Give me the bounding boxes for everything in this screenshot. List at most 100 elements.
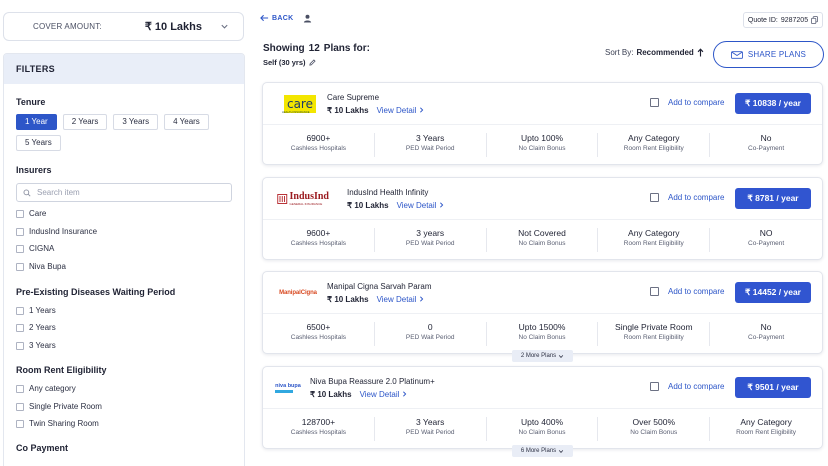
showing-prefix: Showing — [263, 43, 305, 54]
tenure-options-row2: 5 Years — [16, 135, 61, 151]
stat-ncb: Upto 100% No Claim Bonus — [487, 133, 599, 157]
ped-label: 2 Years — [29, 323, 56, 332]
tenure-option-1-year[interactable]: 1 Year — [16, 114, 57, 130]
plan-cover: ₹ 10 Lakhs — [327, 295, 369, 304]
price-button[interactable]: ₹ 9501 / year — [735, 377, 811, 398]
showing-suffix: Plans for: — [323, 43, 370, 54]
cover-amount-select[interactable]: COVER AMOUNT: ₹ 10 Lakhs — [3, 12, 244, 41]
sort-label: Sort By: — [605, 48, 634, 57]
compare-label: Add to compare — [668, 382, 725, 391]
room-label: Twin Sharing Room — [29, 419, 99, 428]
more-plans-toggle[interactable]: 2 More Plans — [512, 350, 573, 362]
compare-label: Add to compare — [668, 287, 725, 296]
copy-icon[interactable] — [811, 16, 819, 24]
price-button[interactable]: ₹ 8781 / year — [735, 188, 811, 209]
insurer-niva-bupa[interactable]: Niva Bupa — [16, 262, 66, 271]
ped-1-year[interactable]: 1 Years — [16, 306, 56, 315]
plan-card: niva bupa Niva Bupa Reassure 2.0 Platinu… — [262, 366, 823, 457]
price-button[interactable]: ₹ 14452 / year — [735, 282, 811, 303]
arrow-left-icon — [260, 14, 269, 22]
add-to-compare[interactable]: Add to compare — [650, 287, 724, 296]
insurer-label: Niva Bupa — [29, 262, 66, 271]
plan-stats: 6500+ Cashless Hospitals 0 PED Wait Period… — [263, 322, 822, 346]
insurer-search-input[interactable] — [37, 188, 217, 197]
self-label: Self (30 yrs) — [263, 58, 306, 67]
checkbox[interactable] — [16, 227, 24, 236]
stat-ped: 0 PED Wait Period — [375, 322, 487, 346]
care-logo-subtext: HEALTH INSURANCE — [282, 111, 310, 114]
room-twin-sharing[interactable]: Twin Sharing Room — [16, 419, 99, 428]
tenure-option-3-years[interactable]: 3 Years — [113, 114, 159, 130]
view-detail-link[interactable]: View Detail — [377, 295, 424, 304]
sort-by[interactable]: Sort By: Recommended — [605, 48, 704, 57]
room-label: Any category — [29, 384, 76, 393]
insurer-cigna[interactable]: CIGNA — [16, 244, 54, 253]
stat-ncb: Upto 1500% No Claim Bonus — [487, 322, 599, 346]
quote-id-chip[interactable]: Quote ID: 9287205 — [743, 12, 823, 28]
compare-checkbox[interactable] — [650, 98, 659, 107]
checkbox[interactable] — [16, 323, 24, 332]
tenure-option-4-years[interactable]: 4 Years — [164, 114, 209, 130]
view-detail-link[interactable]: View Detail — [397, 201, 444, 210]
plan-count: 12 — [308, 43, 320, 54]
card-divider — [263, 124, 822, 125]
plan-cover: ₹ 10 Lakhs — [347, 201, 389, 210]
share-icon — [730, 50, 743, 59]
checkbox[interactable] — [16, 419, 24, 428]
checkbox[interactable] — [16, 402, 24, 411]
checkbox[interactable] — [16, 306, 24, 315]
checkbox[interactable] — [16, 244, 24, 253]
room-single-private[interactable]: Single Private Room — [16, 402, 102, 411]
more-plans-toggle[interactable]: 6 More Plans — [512, 445, 573, 457]
stat-cashless: 128700+ Cashless Hospitals — [263, 417, 375, 441]
edit-pencil-icon[interactable] — [308, 59, 316, 66]
price-button[interactable]: ₹ 10838 / year — [735, 93, 811, 114]
user-icon[interactable] — [303, 14, 312, 23]
plan-card: care HEALTH INSURANCE Care Supreme ₹ 10 … — [262, 82, 823, 165]
checkbox[interactable] — [16, 209, 24, 218]
stat-ped: 3 Years PED Wait Period — [375, 133, 487, 157]
chevron-right-icon — [419, 107, 423, 113]
niva-bupa-stripe — [275, 390, 294, 393]
chevron-down-icon — [221, 24, 228, 29]
stat-ncb: Not Covered No Claim Bonus — [487, 228, 599, 252]
ped-3-years[interactable]: 3 Years — [16, 341, 56, 350]
compare-checkbox[interactable] — [650, 382, 659, 391]
plans-count-heading: Showing 12 Plans for: — [263, 43, 370, 54]
plan-name: Manipal Cigna Sarvah Param — [327, 282, 432, 291]
add-to-compare[interactable]: Add to compare — [650, 98, 724, 107]
tenure-title: Tenure — [16, 97, 46, 107]
filters-title: FILTERS — [4, 54, 244, 84]
compare-checkbox[interactable] — [650, 287, 659, 296]
tenure-option-2-years[interactable]: 2 Years — [62, 114, 108, 130]
stat-cashless: 6900+ Cashless Hospitals — [263, 133, 375, 157]
member-summary[interactable]: Self (30 yrs) — [263, 58, 316, 67]
tenure-options: 1 Year 2 Years 3 Years 4 Years — [16, 114, 209, 130]
insurer-search[interactable] — [16, 183, 232, 202]
compare-checkbox[interactable] — [650, 193, 659, 202]
checkbox[interactable] — [16, 384, 24, 393]
stat-ncb-2: Over 500% No Claim Bonus — [598, 417, 711, 441]
manipal-cigna-logo: ManipalCigna — [279, 290, 317, 296]
room-rent-title: Room Rent Eligibility — [16, 365, 107, 375]
card-divider — [263, 408, 822, 409]
share-plans-button[interactable]: SHARE PLANS — [713, 41, 824, 68]
add-to-compare[interactable]: Add to compare — [650, 382, 724, 391]
checkbox[interactable] — [16, 341, 24, 350]
insurer-care[interactable]: Care — [16, 209, 46, 218]
room-any-category[interactable]: Any category — [16, 384, 76, 393]
insurers-title: Insurers — [16, 165, 52, 175]
view-detail-link[interactable]: View Detail — [360, 390, 407, 399]
checkbox[interactable] — [16, 262, 24, 271]
cover-amount-value: ₹ 10 Lakhs — [144, 21, 202, 33]
card-divider — [263, 313, 822, 314]
add-to-compare[interactable]: Add to compare — [650, 193, 724, 202]
sort-arrow-up-icon — [697, 48, 704, 57]
ped-label: 3 Years — [29, 341, 56, 350]
tenure-option-5-years[interactable]: 5 Years — [16, 135, 61, 151]
chevron-down-icon — [559, 354, 564, 358]
view-detail-link[interactable]: View Detail — [377, 106, 424, 115]
insurer-indusind[interactable]: IndusInd Insurance — [16, 227, 97, 236]
ped-2-years[interactable]: 2 Years — [16, 323, 56, 332]
back-button[interactable]: BACK — [260, 14, 293, 22]
